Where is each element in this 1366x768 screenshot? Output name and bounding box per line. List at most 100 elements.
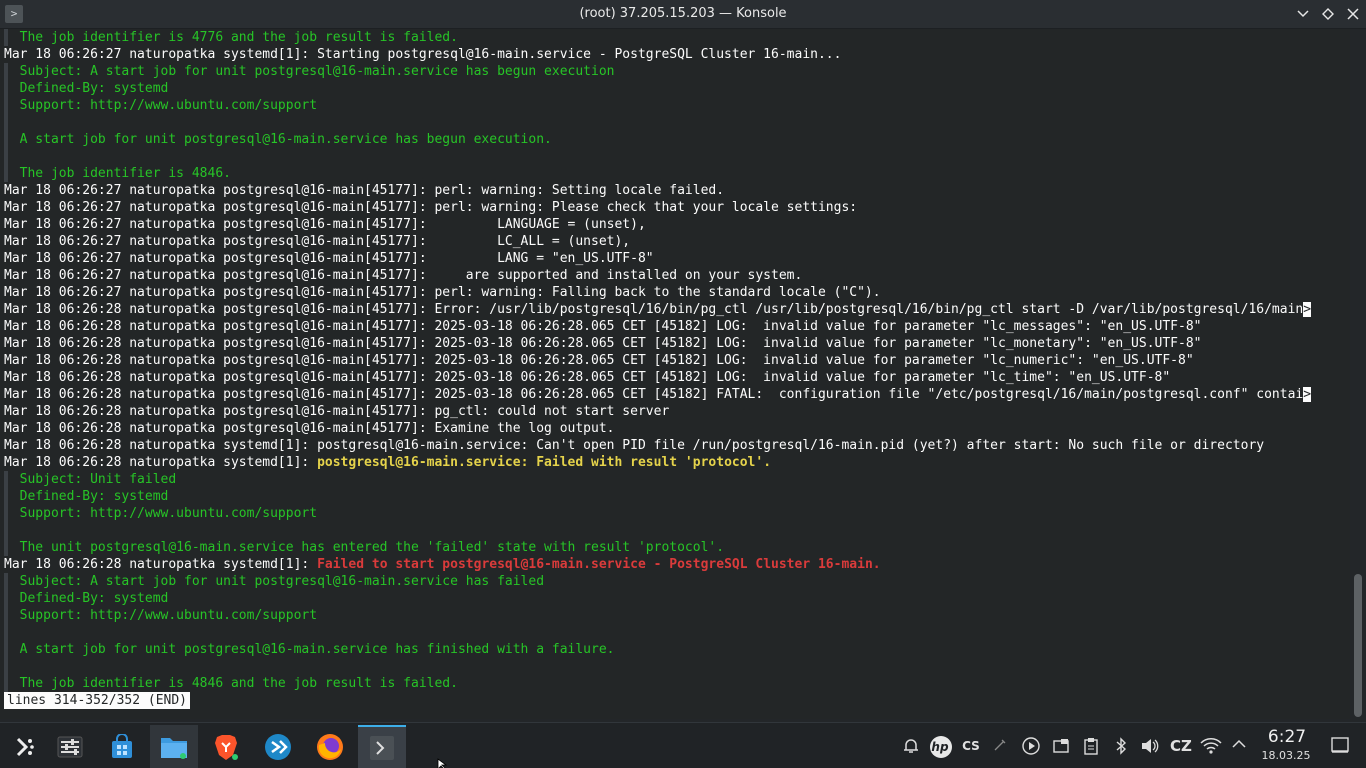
wifi-icon[interactable] bbox=[1200, 737, 1222, 755]
kdeconnect-icon bbox=[265, 734, 291, 760]
terminal-line-text: The job identifier is 4846. bbox=[4, 166, 231, 181]
terminal-line-text: A start job for unit postgresql@16-main.… bbox=[4, 132, 552, 147]
bluetooth-icon[interactable] bbox=[1111, 737, 1131, 755]
terminal-line-text: Mar 18 06:26:28 naturopatka systemd[1]: bbox=[4, 455, 318, 470]
folder-icon bbox=[161, 738, 187, 759]
terminal-line-text: Mar 18 06:26:27 naturopatka postgresql@1… bbox=[4, 183, 725, 198]
sliders-icon bbox=[57, 736, 83, 758]
terminal-line: The unit postgresql@16-main.service has … bbox=[4, 539, 724, 556]
kde-launcher-icon bbox=[16, 737, 34, 757]
terminal-line bbox=[4, 114, 20, 131]
terminal-line-text: Mar 18 06:26:27 naturopatka systemd[1]: … bbox=[4, 47, 842, 62]
terminal-highlight-text: Failed to start postgresql@16-main.servi… bbox=[317, 557, 881, 572]
close-icon bbox=[1347, 8, 1359, 20]
terminal-line-text: The job identifier is 4776 and the job r… bbox=[4, 30, 458, 45]
maximize-button[interactable] bbox=[1318, 4, 1338, 24]
terminal-line: Defined-By: systemd bbox=[4, 80, 169, 97]
terminal-line: Support: http://www.ubuntu.com/support bbox=[4, 97, 317, 114]
clipboard-icon[interactable] bbox=[1081, 737, 1101, 755]
terminal-line-text: Defined-By: systemd bbox=[4, 489, 169, 504]
close-button[interactable] bbox=[1343, 4, 1363, 24]
volume-icon[interactable] bbox=[1140, 737, 1160, 755]
terminal-line-text: Mar 18 06:26:27 naturopatka postgresql@1… bbox=[4, 217, 646, 232]
brave-lion-icon bbox=[215, 735, 238, 760]
terminal-line: Mar 18 06:26:28 naturopatka systemd[1]: … bbox=[4, 556, 881, 573]
window-titlebar[interactable]: > (root) 37.205.15.203 — Konsole bbox=[0, 0, 1366, 29]
scrollbar-thumb[interactable] bbox=[1354, 574, 1362, 717]
terminal-line bbox=[4, 658, 20, 675]
terminal-line: Mar 18 06:26:28 naturopatka postgresql@1… bbox=[4, 403, 669, 420]
pen-icon[interactable] bbox=[991, 737, 1009, 755]
application-launcher[interactable] bbox=[0, 725, 48, 768]
terminal-line: The job identifier is 4776 and the job r… bbox=[4, 29, 458, 46]
terminal-line: Subject: Unit failed bbox=[4, 471, 177, 488]
taskbar-firefox[interactable] bbox=[306, 725, 354, 768]
taskbar-kdeconnect[interactable] bbox=[254, 725, 302, 768]
terminal-line-text: Defined-By: systemd bbox=[4, 591, 169, 606]
terminal-line: Support: http://www.ubuntu.com/support bbox=[4, 505, 317, 522]
taskbar-system-settings[interactable] bbox=[46, 725, 94, 768]
terminal-line-text: Subject: A start job for unit postgresql… bbox=[4, 574, 545, 589]
terminal-line: Mar 18 06:26:27 naturopatka postgresql@1… bbox=[4, 182, 724, 199]
terminal-line: Mar 18 06:26:28 naturopatka postgresql@1… bbox=[4, 301, 1312, 318]
keyboard-layout-indicator[interactable]: CZ bbox=[1168, 737, 1194, 755]
terminal-line: The job identifier is 4846 and the job r… bbox=[4, 675, 458, 692]
terminal-line-text bbox=[4, 523, 20, 538]
terminal-line-text bbox=[4, 115, 20, 130]
terminal-line: Mar 18 06:26:27 naturopatka systemd[1]: … bbox=[4, 46, 841, 63]
screenshot-icon[interactable] bbox=[1051, 737, 1071, 755]
terminal-line-text: Mar 18 06:26:28 naturopatka systemd[1]: bbox=[4, 557, 318, 572]
notifications-icon[interactable] bbox=[901, 737, 921, 755]
terminal-line-text: Mar 18 06:26:28 naturopatka postgresql@1… bbox=[4, 370, 1171, 385]
terminal-line bbox=[4, 148, 20, 165]
clock-time[interactable]: 6:27 bbox=[1262, 727, 1312, 747]
terminal-line: Mar 18 06:26:28 naturopatka postgresql@1… bbox=[4, 386, 1312, 403]
terminal-line-text: Subject: A start job for unit postgresql… bbox=[4, 64, 615, 79]
clock-date[interactable]: 18.03.25 bbox=[1258, 749, 1314, 762]
window-title: (root) 37.205.15.203 — Konsole bbox=[579, 6, 787, 21]
terminal-line: Mar 18 06:26:28 naturopatka postgresql@1… bbox=[4, 335, 1201, 352]
terminal-line: Defined-By: systemd bbox=[4, 590, 169, 607]
terminal-line-text: Mar 18 06:26:27 naturopatka postgresql@1… bbox=[4, 251, 654, 266]
terminal-line: Mar 18 06:26:27 naturopatka postgresql@1… bbox=[4, 199, 857, 216]
terminal-line: Mar 18 06:26:28 naturopatka postgresql@1… bbox=[4, 318, 1201, 335]
cs-indicator[interactable]: CS bbox=[960, 737, 982, 755]
taskbar-konsole[interactable] bbox=[358, 725, 406, 768]
truncation-marker: > bbox=[1303, 387, 1312, 402]
pager-status: lines 314-352/352 (END) bbox=[4, 692, 191, 709]
terminal-line bbox=[4, 522, 20, 539]
terminal-line: Mar 18 06:26:27 naturopatka postgresql@1… bbox=[4, 284, 881, 301]
hp-icon[interactable]: hp bbox=[928, 735, 954, 758]
terminal-line: Mar 18 06:26:27 naturopatka postgresql@1… bbox=[4, 267, 802, 284]
terminal-scrollbar[interactable] bbox=[1350, 29, 1366, 719]
terminal-view[interactable]: The job identifier is 4776 and the job r… bbox=[0, 29, 1350, 719]
terminal-line: A start job for unit postgresql@16-main.… bbox=[4, 641, 615, 658]
terminal-icon bbox=[370, 736, 394, 760]
terminal-line: Mar 18 06:26:27 naturopatka postgresql@1… bbox=[4, 216, 646, 233]
terminal-line: Support: http://www.ubuntu.com/support bbox=[4, 607, 317, 624]
taskbar-discover[interactable] bbox=[98, 725, 146, 768]
terminal-line: Mar 18 06:26:28 naturopatka postgresql@1… bbox=[4, 352, 1194, 369]
taskbar-dolphin[interactable] bbox=[150, 725, 198, 768]
terminal-highlight-text: postgresql@16-main.service: Failed with … bbox=[317, 455, 772, 470]
hp-label: hp bbox=[931, 740, 949, 754]
terminal-line-text: Mar 18 06:26:28 naturopatka postgresql@1… bbox=[4, 336, 1202, 351]
terminal-line-text: Mar 18 06:26:27 naturopatka postgresql@1… bbox=[4, 200, 858, 215]
terminal-line-text: Mar 18 06:26:28 naturopatka systemd[1]: … bbox=[4, 438, 1265, 453]
terminal-line-text bbox=[4, 149, 20, 164]
terminal-line-text: Mar 18 06:26:28 naturopatka postgresql@1… bbox=[4, 421, 615, 436]
terminal-line-text: The job identifier is 4846 and the job r… bbox=[4, 676, 458, 691]
terminal-line-text: A start job for unit postgresql@16-main.… bbox=[4, 642, 615, 657]
taskbar-brave[interactable] bbox=[202, 725, 250, 768]
terminal-line: Defined-By: systemd bbox=[4, 488, 169, 505]
chevron-up-icon[interactable] bbox=[1230, 737, 1248, 755]
terminal-line-text: Mar 18 06:26:27 naturopatka postgresql@1… bbox=[4, 234, 631, 249]
terminal-line-text: Subject: Unit failed bbox=[4, 472, 177, 487]
terminal-line: Mar 18 06:26:28 naturopatka postgresql@1… bbox=[4, 369, 1170, 386]
terminal-line: Mar 18 06:26:27 naturopatka postgresql@1… bbox=[4, 233, 630, 250]
show-desktop-button[interactable] bbox=[1330, 737, 1350, 755]
media-player-icon[interactable] bbox=[1021, 737, 1041, 755]
minimize-button[interactable] bbox=[1293, 4, 1313, 24]
terminal-line-text: The unit postgresql@16-main.service has … bbox=[4, 540, 725, 555]
terminal-line: Mar 18 06:26:28 naturopatka systemd[1]: … bbox=[4, 437, 1264, 454]
